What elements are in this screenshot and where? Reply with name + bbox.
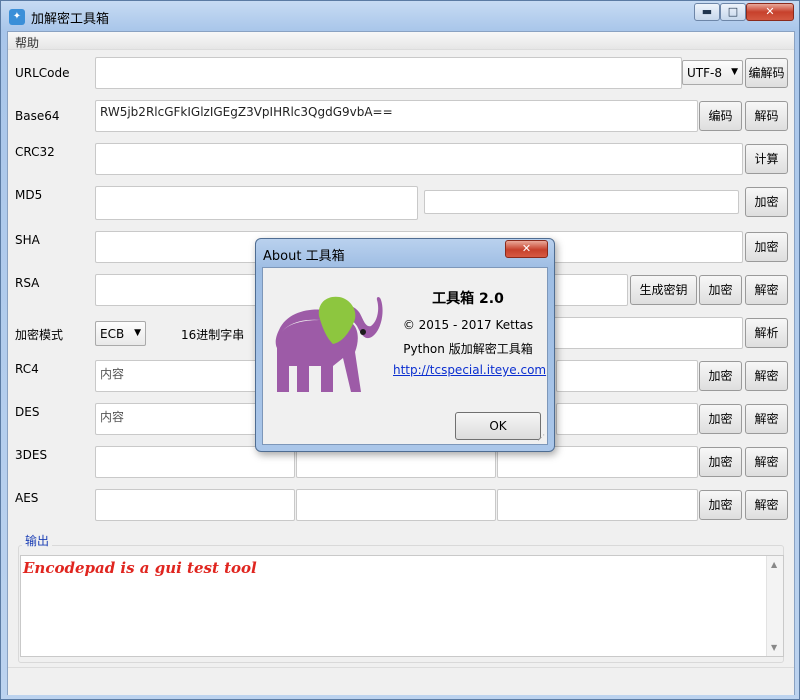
base64-input[interactable]: RW5jb2RlcGFkIGlzIGEgZ3VpIHRlc3QgdG9vbA==	[95, 100, 698, 132]
encoding-value: UTF-8	[687, 66, 722, 80]
3des-label: 3DES	[15, 448, 48, 462]
output-scrollbar[interactable]: ▲ ▼	[766, 556, 783, 656]
aes-label: AES	[15, 491, 39, 505]
about-copyright: © 2015 - 2017 Kettas	[402, 318, 534, 332]
about-app-name: 工具箱 2.0	[432, 291, 504, 307]
crc32-input[interactable]	[95, 143, 743, 175]
aes-key-input[interactable]	[95, 489, 295, 521]
md5-input[interactable]	[95, 186, 418, 220]
base64-decode-button[interactable]: 解码	[745, 101, 788, 131]
des-encrypt-button[interactable]: 加密	[699, 404, 742, 434]
chevron-down-icon: ▼	[134, 328, 141, 338]
crc32-compute-button[interactable]: 计算	[745, 144, 788, 174]
rsa-genkey-button[interactable]: 生成密钥	[630, 275, 697, 305]
hex-string-label: 16进制字串	[181, 328, 245, 342]
rsa-label: RSA	[15, 276, 40, 290]
md5-encrypt-button[interactable]: 加密	[745, 187, 788, 217]
3des-encrypt-button[interactable]: 加密	[699, 447, 742, 477]
about-close-button[interactable]: ✕	[505, 240, 548, 258]
minimize-button[interactable]: ▬	[694, 3, 720, 21]
output-text: Encodepad is a gui test tool	[23, 559, 257, 577]
aes-output[interactable]	[497, 489, 698, 521]
aes-encrypt-button[interactable]: 加密	[699, 490, 742, 520]
about-link[interactable]: http://tcspecial.iteye.com	[393, 363, 546, 377]
md5-label: MD5	[15, 188, 43, 202]
ok-button[interactable]: OK	[455, 412, 541, 440]
des-content-input[interactable]: 内容	[95, 403, 257, 435]
base64-encode-button[interactable]: 编码	[699, 101, 742, 131]
menu-bar: 帮助	[8, 32, 794, 50]
mode-value: ECB	[100, 327, 125, 341]
des-label: DES	[15, 405, 40, 419]
base64-label: Base64	[15, 109, 60, 123]
scroll-up-icon[interactable]: ▲	[771, 560, 777, 569]
maximize-button[interactable]: □	[720, 3, 746, 21]
mode-select[interactable]: ECB ▼	[95, 321, 146, 346]
rc4-output[interactable]	[556, 360, 698, 392]
3des-decrypt-button[interactable]: 解密	[745, 447, 788, 477]
rc4-decrypt-button[interactable]: 解密	[745, 361, 788, 391]
mode-label: 加密模式	[15, 328, 64, 342]
rc4-encrypt-button[interactable]: 加密	[699, 361, 742, 391]
chevron-down-icon: ▼	[731, 67, 738, 77]
rc4-label: RC4	[15, 362, 39, 376]
aes-content-input[interactable]	[296, 489, 496, 521]
aes-decrypt-button[interactable]: 解密	[745, 490, 788, 520]
sha-label: SHA	[15, 233, 40, 247]
encoding-select[interactable]: UTF-8 ▼	[682, 60, 743, 85]
des-output[interactable]	[556, 403, 698, 435]
resize-grip-icon[interactable]: ⋰	[537, 433, 545, 442]
urlcode-button[interactable]: 编解码	[745, 58, 788, 88]
rsa-encrypt-button[interactable]: 加密	[699, 275, 742, 305]
urlcode-label: URLCode	[15, 66, 70, 80]
md5-output[interactable]	[424, 190, 739, 214]
rsa-decrypt-button[interactable]: 解密	[745, 275, 788, 305]
output-textarea[interactable]: Encodepad is a gui test tool ▲ ▼	[20, 555, 784, 657]
elephant-icon	[275, 296, 383, 392]
hex-string-input[interactable]	[548, 317, 743, 349]
about-dialog: About 工具箱 ✕ 工具箱 2.0 © 2015 - 2017 Kettas…	[255, 238, 555, 452]
about-dialog-title: About 工具箱	[263, 249, 345, 264]
main-window: ✦ 加解密工具箱 ▬ □ ✕ 帮助 URLCode UTF-8 ▼ 编解码 Ba…	[0, 0, 800, 700]
about-description: Python 版加解密工具箱	[403, 342, 533, 356]
sha-encrypt-button[interactable]: 加密	[745, 232, 788, 262]
status-bar	[8, 667, 794, 695]
title-bar[interactable]: ✦ 加解密工具箱 ▬ □ ✕	[1, 1, 799, 31]
output-title: 输出	[22, 532, 53, 549]
close-button[interactable]: ✕	[746, 3, 794, 21]
urlcode-input[interactable]	[95, 57, 682, 89]
crc32-label: CRC32	[15, 145, 55, 159]
window-title: 加解密工具箱	[31, 12, 110, 27]
parse-button[interactable]: 解析	[745, 318, 788, 348]
des-decrypt-button[interactable]: 解密	[745, 404, 788, 434]
scroll-down-icon[interactable]: ▼	[771, 643, 777, 652]
bird-icon: ✦	[9, 9, 25, 25]
rc4-content-input[interactable]: 内容	[95, 360, 257, 392]
about-dialog-body: 工具箱 2.0 © 2015 - 2017 Kettas Python 版加解密…	[262, 267, 548, 445]
menu-help[interactable]: 帮助	[15, 34, 39, 51]
